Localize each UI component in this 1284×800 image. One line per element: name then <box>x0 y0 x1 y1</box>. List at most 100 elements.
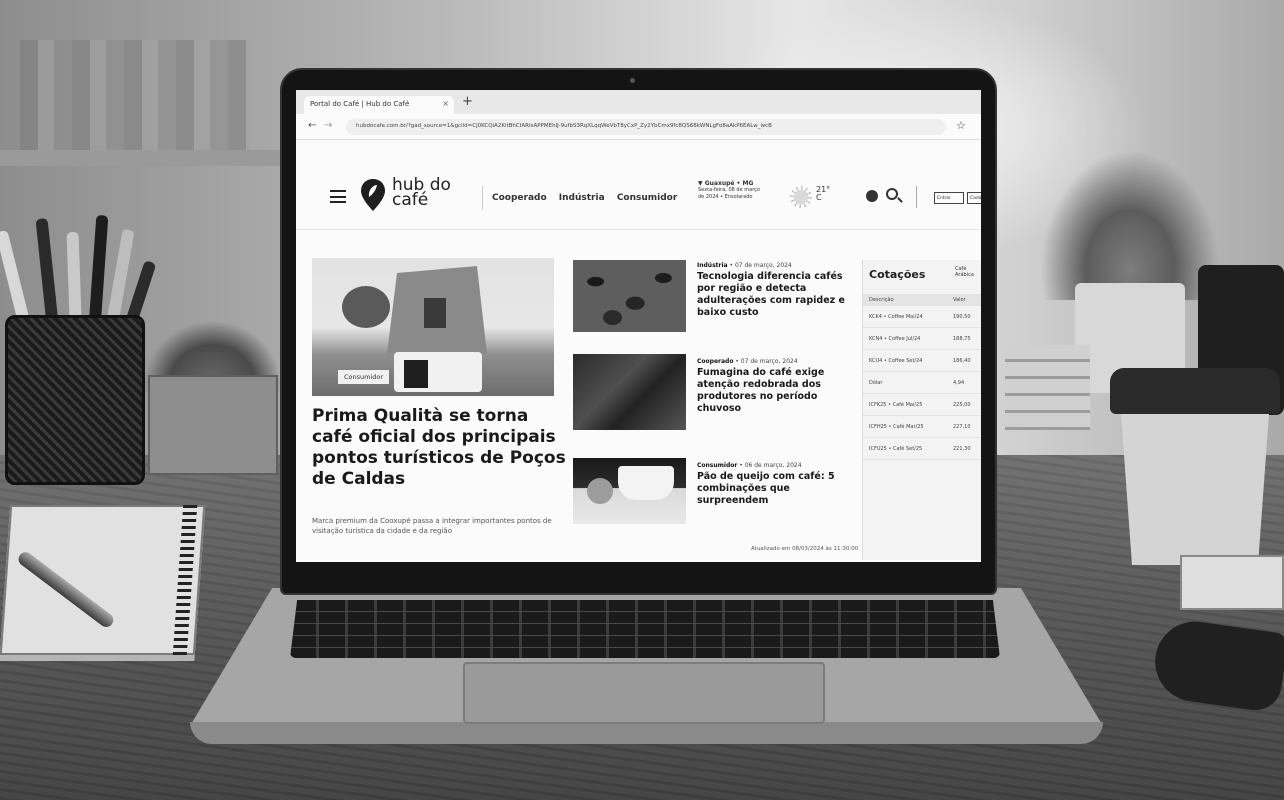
tree <box>342 286 390 328</box>
coffee-cup-lid <box>1110 368 1280 414</box>
story-headline[interactable]: Pão de queijo com café: 5 combinações qu… <box>697 471 847 507</box>
nav-item-cooperado[interactable]: Cooperado <box>492 193 547 203</box>
coffee-leaves-image[interactable] <box>573 354 686 430</box>
story-meta: Consumidor • 06 de março, 2024 <box>697 462 847 469</box>
close-icon[interactable]: × <box>442 99 449 108</box>
tab-title: Portal do Café | Hub do Café <box>310 100 410 108</box>
laptop-screen: Portal do Café | Hub do Café × + ← → hub… <box>296 90 981 562</box>
laptop-trackpad <box>463 662 825 724</box>
url-field[interactable]: hubdocafe.com.br/?gad_source=1&gclid=Cj0… <box>346 119 946 135</box>
quote-value: 4,94 <box>953 380 965 386</box>
story-meta: Cooperado • 07 de março, 2024 <box>697 358 847 365</box>
book-stack <box>1005 345 1090 430</box>
address-bar-row: ← → hubdocafe.com.br/?gad_source=1&gclid… <box>296 114 981 140</box>
quote-value: 188,75 <box>953 336 971 342</box>
quote-row[interactable]: ICFU25 • Café Set/25 221,30 <box>863 438 981 460</box>
quote-name: Dólar <box>869 380 883 386</box>
quote-row[interactable]: KCU4 • Coffee Set/24 186,40 <box>863 350 981 372</box>
espresso-cup <box>618 466 674 500</box>
quote-value: 227,10 <box>953 424 971 430</box>
story-category[interactable]: Cooperado <box>697 358 733 365</box>
notepad <box>1180 555 1284 610</box>
coffee-cup-image[interactable] <box>573 458 686 524</box>
bookshelf <box>20 40 250 150</box>
login-button[interactable]: Entrar <box>934 192 964 204</box>
potted-plant <box>1040 150 1220 300</box>
bookmark-star-icon[interactable]: ☆ <box>956 119 966 132</box>
weather-condition: de 2024 • Ensolarado <box>698 194 753 200</box>
site-logo-text[interactable]: hub do café <box>392 177 462 209</box>
quote-value: 186,40 <box>953 358 971 364</box>
quote-value: 221,30 <box>953 446 971 452</box>
quote-row[interactable]: ICFK25 • Café Mai/25 225,00 <box>863 394 981 416</box>
quote-row[interactable]: KCK4 • Coffee Mai/24 190,50 <box>863 306 981 328</box>
quote-value: 225,00 <box>953 402 971 408</box>
quote-name: ICFH25 • Café Mar/25 <box>869 424 924 430</box>
quote-name: KCK4 • Coffee Mai/24 <box>869 314 923 320</box>
menu-icon[interactable] <box>330 190 346 203</box>
story-meta: Indústria • 07 de março, 2024 <box>697 262 847 269</box>
browser-tabbar: Portal do Café | Hub do Café × + <box>296 90 981 114</box>
laptop-base-front <box>190 722 1103 744</box>
search-icon[interactable] <box>886 188 898 200</box>
story-headline[interactable]: Tecnologia diferencia cafés por região e… <box>697 271 847 319</box>
quotes-title: Cotações <box>869 268 926 281</box>
quote-name: ICFK25 • Café Mai/25 <box>869 402 923 408</box>
story-card[interactable]: Consumidor • 06 de março, 2024 Pão de qu… <box>697 462 847 507</box>
pen-holder <box>5 315 145 485</box>
quote-row[interactable]: ICFH25 • Café Mar/25 227,10 <box>863 416 981 438</box>
sun-icon <box>790 186 812 208</box>
coffee-package <box>404 360 428 388</box>
story-category[interactable]: Consumidor <box>697 462 737 469</box>
column-header-description: Descrição <box>869 297 894 303</box>
coffee-cup <box>1120 400 1270 565</box>
quote-value: 190,50 <box>953 314 971 320</box>
story-date: • 07 de março, 2024 <box>729 262 792 269</box>
nav-item-industria[interactable]: Indústria <box>559 193 605 203</box>
story-date: • 07 de março, 2024 <box>735 358 798 365</box>
browser-tab[interactable]: Portal do Café | Hub do Café × <box>304 96 454 114</box>
temperature: 21° C <box>816 186 830 202</box>
nav-item-consumidor[interactable]: Consumidor <box>617 193 678 203</box>
story-category[interactable]: Indústria <box>697 262 728 269</box>
quote-row[interactable]: KCN4 • Coffee Jul/24 188,75 <box>863 328 981 350</box>
story-card[interactable]: Indústria • 07 de março, 2024 Tecnologia… <box>697 262 847 319</box>
temperature-unit: C <box>816 193 822 202</box>
weather-widget[interactable]: ▼ Guaxupé • MG Sexta-feira, 08 de março … <box>698 180 788 201</box>
coffee-beans-image[interactable] <box>573 260 686 332</box>
forward-arrow-icon[interactable]: → <box>324 120 332 131</box>
quote-name: KCN4 • Coffee Jul/24 <box>869 336 921 342</box>
hero-headline[interactable]: Prima Qualità se torna café oficial dos … <box>312 406 572 490</box>
quote-name: KCU4 • Coffee Set/24 <box>869 358 923 364</box>
quote-name: ICFU25 • Café Set/25 <box>869 446 923 452</box>
pao-de-queijo <box>587 478 613 504</box>
wall-shelf <box>0 150 300 166</box>
keyboard-rows <box>290 600 1000 658</box>
column-header-value: Valor <box>953 297 966 303</box>
story-card[interactable]: Cooperado • 07 de março, 2024 Fumagina d… <box>697 358 847 415</box>
hero-image[interactable]: Consumidor <box>312 258 554 396</box>
story-date: • 06 de março, 2024 <box>739 462 802 469</box>
new-tab-button[interactable]: + <box>462 94 473 109</box>
quotes-widget: Cotações Café Arábica Descrição Valor KC… <box>862 260 981 560</box>
weather-location: ▼ Guaxupé • MG <box>698 180 754 187</box>
location-pin-logo-icon[interactable] <box>360 178 386 212</box>
hero-summary: Marca premium da Cooxupé passa a integra… <box>312 517 552 535</box>
story-headline[interactable]: Fumagina do café exige atenção redobrada… <box>697 367 847 415</box>
back-arrow-icon[interactable]: ← <box>308 120 316 131</box>
wooden-planter <box>148 375 278 475</box>
ruin-doorway <box>424 298 446 328</box>
quotes-updated-timestamp: Atualizado em 08/03/2024 às 11:30:00 <box>751 546 859 552</box>
quote-row[interactable]: Dólar 4,94 <box>863 372 981 394</box>
theme-toggle-icon[interactable] <box>866 190 878 202</box>
divider <box>916 186 917 208</box>
signup-button[interactable]: Cadastro <box>967 192 981 204</box>
main-nav: Cooperado Indústria Consumidor <box>492 193 686 203</box>
divider <box>482 186 483 210</box>
weather-date: Sexta-feira, 08 de março <box>698 187 760 193</box>
quotes-tab[interactable]: Café Arábica <box>955 266 981 278</box>
category-badge[interactable]: Consumidor <box>338 370 390 384</box>
quotes-header-row: Descrição Valor <box>863 294 981 306</box>
webcam <box>630 78 635 83</box>
site-header: hub do café Cooperado Indústria Consumid… <box>296 168 981 230</box>
